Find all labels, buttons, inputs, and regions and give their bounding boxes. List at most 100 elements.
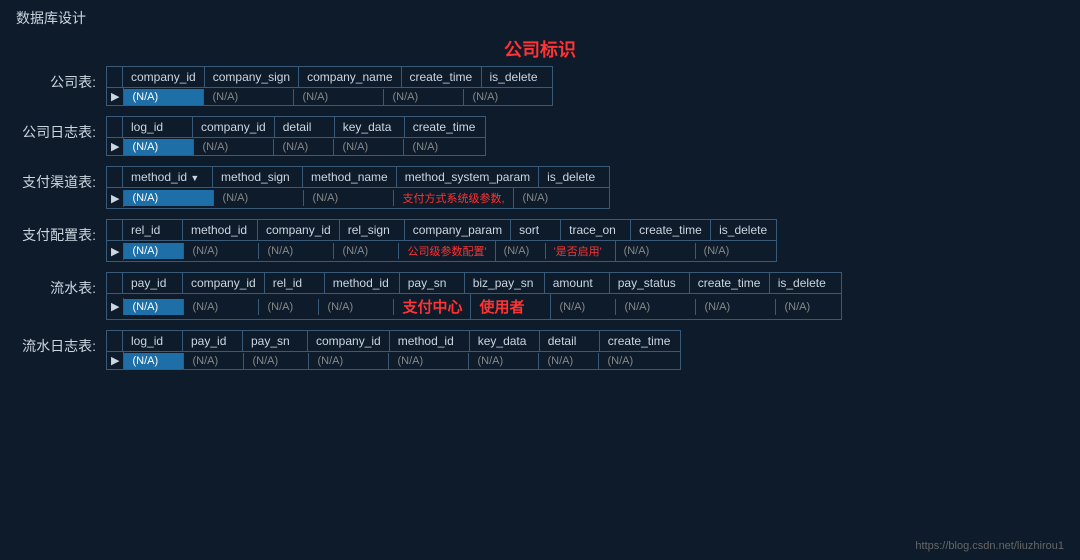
company-label: 公司标识 <box>0 36 1080 62</box>
table-body-row: ▶(N/A)(N/A)(N/A)(N/A)(N/A) <box>107 138 485 155</box>
col-header: pay_status <box>610 273 690 293</box>
col-data: (N/A) <box>696 243 761 259</box>
col-header: company_id <box>308 331 390 351</box>
col-data: (N/A) <box>776 299 841 315</box>
db-table: pay_idcompany_idrel_idmethod_idpay_snbiz… <box>106 272 842 320</box>
table-row-wrapper: 支付配置表:rel_idmethod_idcompany_idrel_signc… <box>16 219 1064 262</box>
col-header: method_id <box>390 331 470 351</box>
col-header: rel_id <box>265 273 325 293</box>
col-data: (N/A) <box>319 299 394 315</box>
row-arrow: ▶ <box>107 138 124 155</box>
col-data: (N/A) <box>244 353 309 369</box>
col-data: (N/A) <box>514 190 584 206</box>
col-data: (N/A) <box>599 353 679 369</box>
col-header: company_id <box>123 67 205 87</box>
table-body-row: ▶(N/A)(N/A)(N/A)(N/A)支付中心使用者(N/A)(N/A)(N… <box>107 294 841 319</box>
col-data: (N/A) <box>464 89 534 105</box>
col-data: '是否启用' <box>546 241 616 261</box>
table-label: 流水日志表: <box>16 330 106 356</box>
table-body-row: ▶(N/A)(N/A)(N/A)支付方式系统级参数,(N/A) <box>107 188 609 208</box>
col-data: (N/A) <box>294 89 384 105</box>
row-arrow: ▶ <box>107 190 124 207</box>
col-header: company_id <box>183 273 265 293</box>
col-data: (N/A) <box>124 139 194 155</box>
col-data: (N/A) <box>204 89 294 105</box>
col-data: 使用者 <box>471 294 551 319</box>
db-table: company_idcompany_signcompany_namecreate… <box>106 66 553 106</box>
col-header: method_sign <box>213 167 303 187</box>
col-header: method_id <box>325 273 400 293</box>
col-data: (N/A) <box>184 353 244 369</box>
table-label: 公司日志表: <box>16 116 106 142</box>
col-data: (N/A) <box>551 299 616 315</box>
col-data: (N/A) <box>304 190 394 206</box>
col-data: (N/A) <box>259 299 319 315</box>
col-header: trace_on <box>561 220 631 240</box>
footer-url: https://blog.csdn.net/liuzhirou1 <box>915 540 1064 552</box>
col-data: (N/A) <box>214 190 304 206</box>
col-data: (N/A) <box>194 139 274 155</box>
page-title: 数据库设计 <box>0 0 1080 36</box>
col-data: (N/A) <box>389 353 469 369</box>
col-data: (N/A) <box>616 243 696 259</box>
row-arrow: ▶ <box>107 298 124 315</box>
col-header: create_time <box>405 117 485 137</box>
col-data: (N/A) <box>124 190 214 206</box>
table-row-wrapper: 流水日志表:log_idpay_idpay_sncompany_idmethod… <box>16 330 1064 370</box>
col-data: (N/A) <box>696 299 776 315</box>
col-data: (N/A) <box>309 353 389 369</box>
table-row-wrapper: 流水表:pay_idcompany_idrel_idmethod_idpay_s… <box>16 272 1064 320</box>
col-header: biz_pay_sn <box>465 273 545 293</box>
col-data: (N/A) <box>124 243 184 259</box>
col-data: (N/A) <box>384 89 464 105</box>
col-data: 支付方式系统级参数, <box>394 188 514 208</box>
col-header: pay_id <box>123 273 183 293</box>
col-header: company_sign <box>205 67 299 87</box>
content-area: 公司表:company_idcompany_signcompany_namecr… <box>0 66 1080 370</box>
col-data: (N/A) <box>124 353 184 369</box>
table-row-wrapper: 公司日志表:log_idcompany_iddetailkey_datacrea… <box>16 116 1064 156</box>
col-header: pay_sn <box>400 273 465 293</box>
col-data: (N/A) <box>539 353 599 369</box>
col-data: (N/A) <box>259 243 334 259</box>
col-data: (N/A) <box>184 299 259 315</box>
table-body-row: ▶(N/A)(N/A)(N/A)(N/A)(N/A)(N/A)(N/A)(N/A… <box>107 352 680 369</box>
col-data: (N/A) <box>469 353 539 369</box>
col-header: rel_id <box>123 220 183 240</box>
col-data: (N/A) <box>124 299 184 315</box>
col-header: create_time <box>690 273 770 293</box>
db-table: log_idcompany_iddetailkey_datacreate_tim… <box>106 116 486 156</box>
col-data: 公司级参数配置' <box>399 241 495 261</box>
table-body-row: ▶(N/A)(N/A)(N/A)(N/A)公司级参数配置'(N/A)'是否启用'… <box>107 241 776 261</box>
col-header: key_data <box>470 331 540 351</box>
col-data: (N/A) <box>274 139 334 155</box>
col-data: (N/A) <box>404 139 484 155</box>
col-header: is_delete <box>770 273 835 293</box>
col-header: rel_sign <box>340 220 405 240</box>
col-data: 支付中心 <box>394 294 471 319</box>
db-table: rel_idmethod_idcompany_idrel_signcompany… <box>106 219 777 262</box>
col-header: company_id <box>258 220 340 240</box>
table-label: 公司表: <box>16 66 106 92</box>
db-table: method_id ▼method_signmethod_namemethod_… <box>106 166 610 209</box>
table-label: 支付渠道表: <box>16 166 106 192</box>
col-header: is_delete <box>711 220 776 240</box>
col-header: method_id ▼ <box>123 167 213 187</box>
col-header: detail <box>540 331 600 351</box>
db-table: log_idpay_idpay_sncompany_idmethod_idkey… <box>106 330 681 370</box>
col-header: pay_sn <box>243 331 308 351</box>
col-header: log_id <box>123 331 183 351</box>
col-header: amount <box>545 273 610 293</box>
col-header: method_system_param <box>397 167 539 187</box>
col-header: method_id <box>183 220 258 240</box>
col-header: pay_id <box>183 331 243 351</box>
col-header: is_delete <box>482 67 552 87</box>
table-body-row: ▶(N/A)(N/A)(N/A)(N/A)(N/A) <box>107 88 552 105</box>
col-header: method_name <box>303 167 397 187</box>
row-arrow: ▶ <box>107 352 124 369</box>
col-data: (N/A) <box>616 299 696 315</box>
col-data: (N/A) <box>184 243 259 259</box>
col-header: is_delete <box>539 167 609 187</box>
col-header: create_time <box>402 67 482 87</box>
table-row-wrapper: 支付渠道表:method_id ▼method_signmethod_namem… <box>16 166 1064 209</box>
